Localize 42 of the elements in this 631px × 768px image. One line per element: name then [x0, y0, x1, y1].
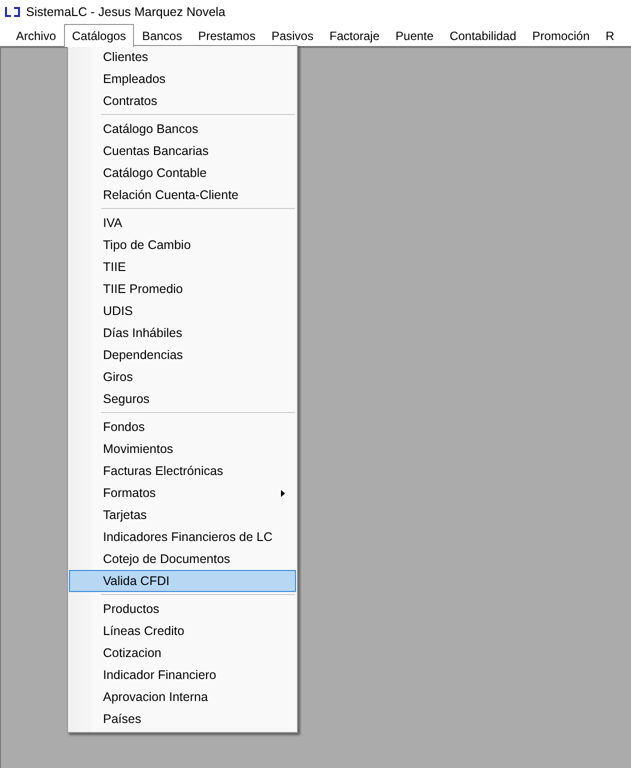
menu-bar-item[interactable]: Factoraje: [321, 24, 388, 46]
menu-bar-item[interactable]: Archivo: [8, 24, 64, 46]
menu-item[interactable]: Indicadores Financieros de LC: [69, 526, 296, 548]
menu-item[interactable]: Seguros: [69, 388, 296, 410]
menu-bar-item[interactable]: Pasivos: [263, 24, 322, 46]
menu-bar-item[interactable]: Prestamos: [190, 24, 264, 46]
menu-bar-item[interactable]: Bancos: [134, 24, 190, 46]
menu-item[interactable]: Países: [69, 708, 296, 730]
menu-item[interactable]: Dependencias: [69, 344, 296, 366]
menu-item[interactable]: Facturas Electrónicas: [69, 460, 296, 482]
menu-item[interactable]: Formatos: [69, 482, 296, 504]
menu-item[interactable]: Días Inhábiles: [69, 322, 296, 344]
menu-item[interactable]: Valida CFDI: [69, 570, 296, 592]
menu-item[interactable]: Giros: [69, 366, 296, 388]
menu-item[interactable]: IVA: [69, 212, 296, 234]
app-logo-icon: [4, 6, 21, 18]
menu-item[interactable]: Catálogo Contable: [69, 162, 296, 184]
menu-bar-item[interactable]: Catálogos: [64, 24, 134, 47]
menu-item[interactable]: Indicador Financiero: [69, 664, 296, 686]
menu-bar-item[interactable]: R: [598, 24, 622, 46]
menu-item[interactable]: UDIS: [69, 300, 296, 322]
menu-item[interactable]: TIIE: [69, 256, 296, 278]
menu-item[interactable]: Contratos: [69, 90, 296, 112]
menu-item[interactable]: TIIE Promedio: [69, 278, 296, 300]
window-title: SistemaLC - Jesus Marquez Novela: [26, 5, 226, 19]
menu-item[interactable]: Líneas Credito: [69, 620, 296, 642]
menu-item[interactable]: Cuentas Bancarias: [69, 140, 296, 162]
menu-item[interactable]: Aprovacion Interna: [69, 686, 296, 708]
menu-item[interactable]: Tarjetas: [69, 504, 296, 526]
menu-bar-item[interactable]: Promoción: [524, 24, 598, 46]
menu-item[interactable]: Catálogo Bancos: [69, 118, 296, 140]
menu-bar-item[interactable]: Puente: [388, 24, 442, 46]
menu-item[interactable]: Tipo de Cambio: [69, 234, 296, 256]
menu-bar-item[interactable]: Contabilidad: [442, 24, 524, 46]
menu-item[interactable]: Clientes: [69, 46, 296, 68]
menu-item[interactable]: Cotizacion: [69, 642, 296, 664]
menu-item[interactable]: Fondos: [69, 416, 296, 438]
menu-item[interactable]: Relación Cuenta-Cliente: [69, 184, 296, 206]
menu-item[interactable]: Movimientos: [69, 438, 296, 460]
menu-item[interactable]: Cotejo de Documentos: [69, 548, 296, 570]
menu-item[interactable]: Productos: [69, 598, 296, 620]
menu-item[interactable]: Empleados: [69, 68, 296, 90]
